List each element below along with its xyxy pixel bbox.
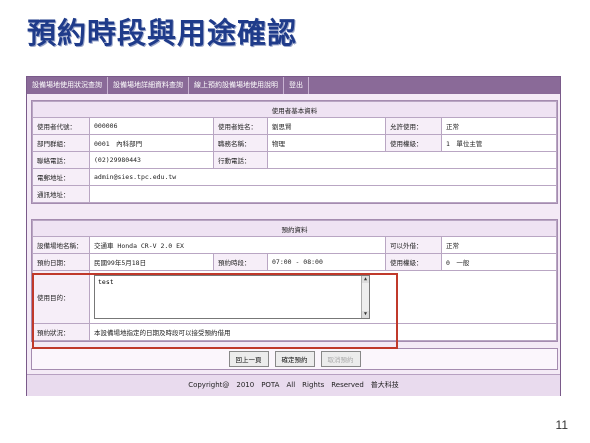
booking-date-label: 預約日期： (32, 253, 90, 271)
user-info-header: 使用者基本資料 (32, 101, 557, 118)
booking-time-value: 07:00 - 08:00 (267, 253, 386, 271)
email-value: admin@sies.tpc.edu.tw (89, 168, 557, 186)
page-number: 11 (555, 418, 568, 432)
job-title-value: 物理 (267, 134, 386, 152)
address-label: 通訊地址： (32, 185, 90, 203)
dept-label: 部門群組： (32, 134, 90, 152)
booking-time-label: 預約時段： (213, 253, 268, 271)
lend-value: 正常 (441, 236, 557, 254)
address-value (89, 185, 557, 203)
booking-level-label: 使用權級： (385, 253, 442, 271)
facility-value: 交通車 Honda CR-V 2.0 EX (89, 236, 386, 254)
mobile-label: 行動電話： (213, 151, 268, 169)
booking-header: 預約資料 (32, 220, 557, 237)
booking-date-value: 民國99年5月18日 (89, 253, 214, 271)
user-info-section: 使用者基本資料 使用者代號： 000006 使用者姓名： 劉思賢 允許使用： 正… (31, 100, 558, 204)
lend-label: 可以外借： (385, 236, 442, 254)
confirm-booking-button[interactable]: 確定預約 (274, 351, 315, 367)
permit-label: 允許使用： (385, 117, 442, 135)
dept-value: 0001 內科部門 (89, 134, 214, 152)
phone-label: 聯絡電話： (32, 151, 90, 169)
job-title-label: 職務名稱： (213, 134, 268, 152)
permit-value: 正常 (441, 117, 557, 135)
nav-online-booking-guide[interactable]: 線上預約設備場地使用說明 (189, 77, 284, 94)
action-buttons: 回上一頁 確定預約 取消預約 (31, 348, 558, 370)
user-code-value: 000006 (89, 117, 214, 135)
user-code-label: 使用者代號： (32, 117, 90, 135)
nav-logout[interactable]: 登出 (284, 77, 309, 94)
nav-facility-detail[interactable]: 設備場地詳細資料查詢 (108, 77, 189, 94)
cancel-booking-button[interactable]: 取消預約 (320, 351, 361, 367)
booking-level-value: 0 一般 (441, 253, 557, 271)
highlight-box (32, 273, 398, 349)
user-level-value: 1 單位主管 (441, 134, 557, 152)
facility-label: 設備場地名稱： (32, 236, 90, 254)
phone-value: (02)29980443 (89, 151, 214, 169)
user-level-label: 使用權級： (385, 134, 442, 152)
top-nav: 設備場地使用狀況查詢 設備場地詳細資料查詢 線上預約設備場地使用說明 登出 (27, 77, 560, 94)
mobile-value (267, 151, 557, 169)
back-button[interactable]: 回上一頁 (228, 351, 269, 367)
email-label: 電郵地址： (32, 168, 90, 186)
slide-title: 預約時段與用途確認 (27, 16, 298, 50)
footer: Copyright@ 2010 POTA All Rights Reserved… (27, 374, 560, 396)
nav-usage-status[interactable]: 設備場地使用狀況查詢 (27, 77, 108, 94)
user-name-value: 劉思賢 (267, 117, 386, 135)
user-name-label: 使用者姓名： (213, 117, 268, 135)
